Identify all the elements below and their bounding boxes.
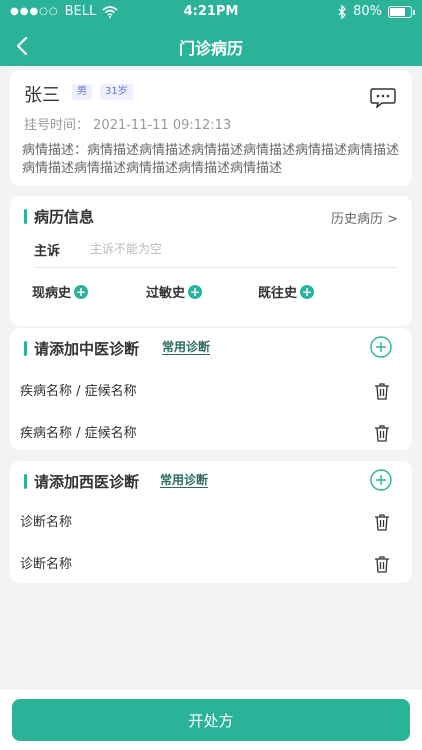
trash-icon[interactable] bbox=[374, 513, 390, 531]
plus-circle-icon: + bbox=[188, 284, 203, 299]
past-history-label: 既往史 bbox=[258, 286, 298, 301]
present-illness-button[interactable]: 现病史 + bbox=[32, 282, 89, 301]
registration-value: 2021-11-11 09:12:13 bbox=[93, 118, 232, 133]
nav-bar: 门诊病历 bbox=[0, 28, 422, 64]
patient-card: 张三 男 31岁 挂号时间： 2021-11-11 09:12:13 病情描述：… bbox=[10, 70, 412, 186]
allergy-history-label: 过敏史 bbox=[146, 286, 186, 301]
trash-icon[interactable] bbox=[374, 555, 390, 573]
top-bar: ●●●○○ BELL 4:21PM 80% 门诊病历 bbox=[0, 0, 422, 66]
battery-icon bbox=[388, 5, 415, 18]
add-circle-icon[interactable] bbox=[370, 336, 392, 358]
western-section-title: 请添加西医诊断 bbox=[24, 471, 139, 492]
battery-percent: 80% bbox=[353, 4, 382, 19]
western-title-text: 请添加西医诊断 bbox=[34, 473, 140, 491]
section-accent-bar bbox=[24, 341, 27, 356]
bluetooth-icon bbox=[338, 4, 347, 19]
prescribe-button[interactable]: 开处方 bbox=[12, 699, 410, 741]
patient-name: 张三 bbox=[24, 85, 60, 106]
tcm-common-diagnosis-link[interactable]: 常用诊断 bbox=[162, 340, 211, 355]
section-accent-bar bbox=[24, 209, 27, 224]
registration-time: 挂号时间： 2021-11-11 09:12:13 bbox=[24, 114, 231, 133]
chief-complaint-label: 主诉 bbox=[34, 244, 61, 259]
page-title: 门诊病历 bbox=[178, 39, 243, 58]
history-record-link[interactable]: 历史病历 > bbox=[331, 208, 398, 227]
record-title-text: 病历信息 bbox=[34, 208, 95, 226]
status-bar: ●●●○○ BELL 4:21PM 80% bbox=[0, 0, 422, 24]
condition-description: 病情描述：病情描述病情描述病情描述病情描述病情描述病情描述病情描述病情描述病情描… bbox=[22, 143, 400, 176]
tcm-title-text: 请添加中医诊断 bbox=[34, 340, 140, 358]
footer-bar: 开处方 bbox=[0, 690, 422, 750]
status-right: 80% bbox=[338, 4, 415, 19]
chief-complaint-row: 主诉 bbox=[34, 238, 396, 268]
western-diagnosis-row-2[interactable]: 诊断名称 bbox=[20, 553, 72, 572]
western-diagnosis-row-1[interactable]: 诊断名称 bbox=[20, 511, 72, 530]
gender-tag: 男 bbox=[72, 84, 92, 100]
battery-fill bbox=[390, 7, 406, 16]
registration-label: 挂号时间： bbox=[24, 118, 90, 133]
trash-icon[interactable] bbox=[374, 424, 390, 442]
record-section-title: 病历信息 bbox=[24, 206, 94, 227]
western-common-diagnosis-link[interactable]: 常用诊断 bbox=[160, 473, 209, 488]
plus-circle-icon: + bbox=[74, 284, 89, 299]
plus-circle-icon: + bbox=[300, 284, 315, 299]
western-diagnosis-card: 请添加西医诊断 常用诊断 诊断名称 诊断名称 bbox=[10, 461, 412, 583]
add-circle-icon[interactable] bbox=[370, 469, 392, 491]
present-illness-label: 现病史 bbox=[32, 286, 72, 301]
age-tag: 31岁 bbox=[100, 84, 133, 100]
tcm-section-title: 请添加中医诊断 bbox=[24, 338, 139, 359]
tcm-diagnosis-row-1[interactable]: 疾病名称 / 症候名称 bbox=[20, 380, 137, 399]
medical-record-card: 病历信息 历史病历 > 主诉 现病史 + 过敏史 + 既往史 + bbox=[10, 196, 412, 326]
tcm-diagnosis-row-2[interactable]: 疾病名称 / 症候名称 bbox=[20, 422, 137, 441]
past-history-button[interactable]: 既往史 + bbox=[258, 282, 315, 301]
tcm-diagnosis-card: 请添加中医诊断 常用诊断 疾病名称 / 症候名称 疾病名称 / 症候名称 bbox=[10, 328, 412, 450]
allergy-history-button[interactable]: 过敏史 + bbox=[146, 282, 203, 301]
trash-icon[interactable] bbox=[374, 382, 390, 400]
section-accent-bar bbox=[24, 474, 27, 489]
chief-complaint-input[interactable] bbox=[90, 238, 390, 260]
message-icon[interactable] bbox=[370, 88, 396, 108]
main-content: 张三 男 31岁 挂号时间： 2021-11-11 09:12:13 病情描述：… bbox=[0, 66, 422, 690]
